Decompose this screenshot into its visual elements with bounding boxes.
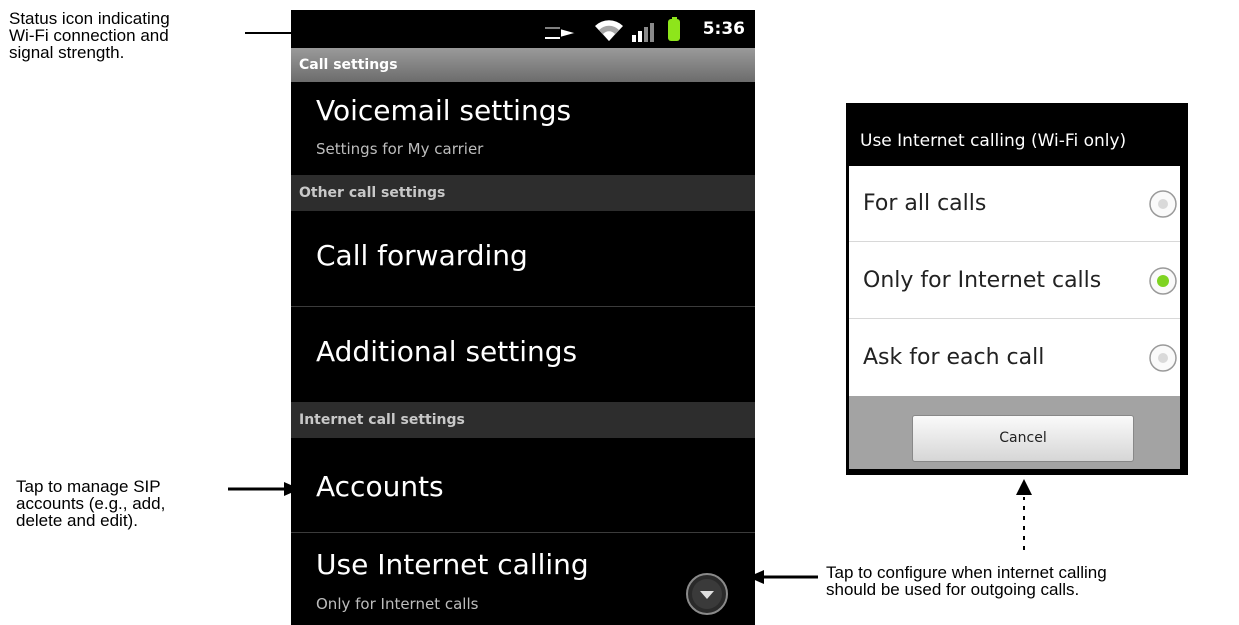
callout-arrows	[228, 26, 1032, 584]
accounts-arrow-icon	[284, 482, 300, 496]
status-arrow-icon	[559, 26, 582, 40]
internet-calling-arrow-icon	[748, 570, 764, 584]
dialog-connector-arrow-icon	[1016, 479, 1032, 495]
